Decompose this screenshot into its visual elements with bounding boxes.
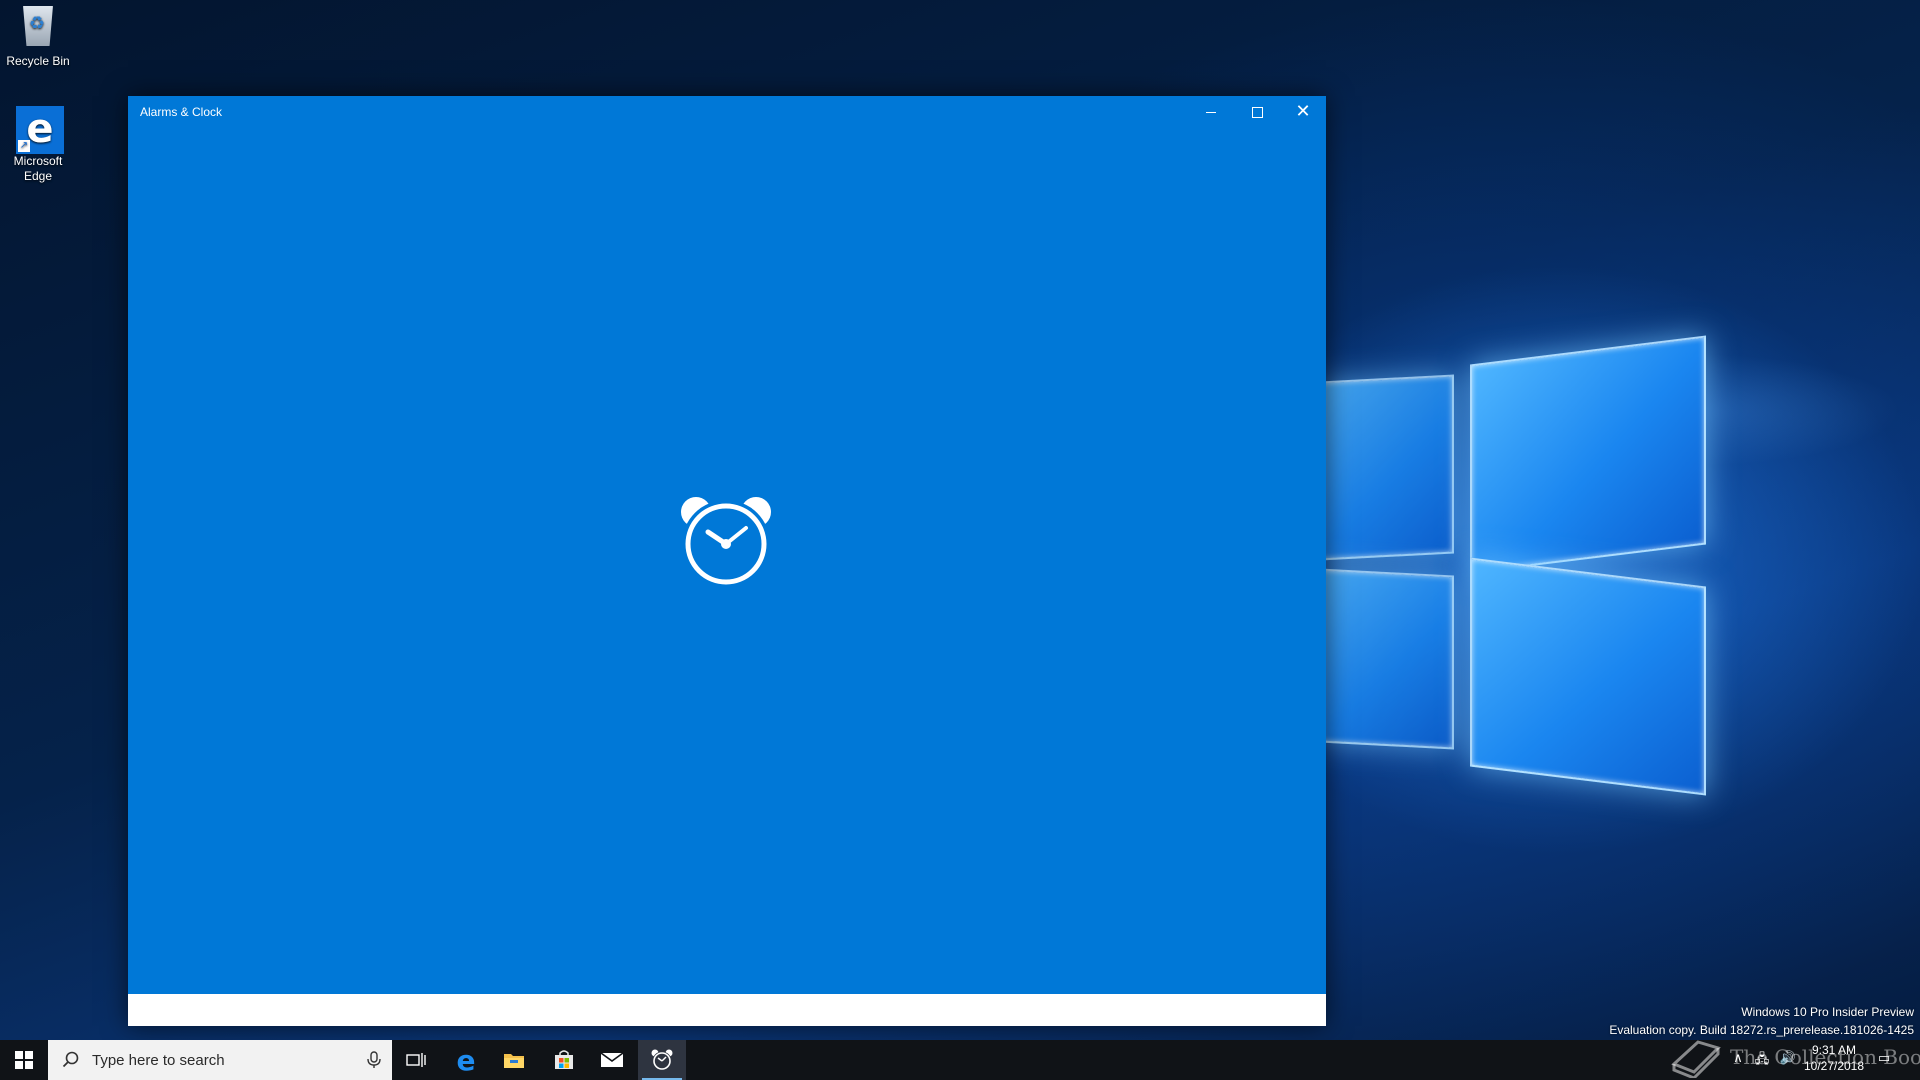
watermark-brand: The Collection Book <box>1730 1045 1920 1069</box>
mail-icon <box>600 1052 624 1067</box>
desktop-icon-label: Microsoft Edge <box>13 154 63 183</box>
desktop: Recycle Bin e ↗ Microsoft Edge Alarms & … <box>0 0 1920 1080</box>
windows-logo-wallpaper <box>1320 335 1710 796</box>
desktop-icon-recycle-bin[interactable]: Recycle Bin <box>0 6 76 69</box>
taskbar-alarms-clock-button[interactable] <box>638 1040 686 1080</box>
taskbar-edge-button[interactable]: e <box>442 1040 490 1080</box>
window-footer <box>128 994 1326 1026</box>
maximize-button[interactable] <box>1234 96 1280 128</box>
search-box[interactable]: Type here to search <box>48 1040 392 1080</box>
close-button[interactable]: ✕ <box>1280 96 1326 128</box>
task-view-icon <box>406 1053 426 1067</box>
logo-pane <box>1470 335 1706 574</box>
title-bar[interactable]: Alarms & Clock ✕ <box>128 96 1326 128</box>
start-icon <box>15 1051 33 1069</box>
logo-pane <box>1320 374 1454 561</box>
alarm-clock-icon <box>681 497 771 588</box>
microphone-icon[interactable] <box>364 1050 384 1070</box>
minimize-button[interactable] <box>1188 96 1234 128</box>
alarms-clock-icon <box>651 1049 673 1071</box>
logo-pane <box>1320 568 1454 750</box>
recycle-bin-icon <box>16 6 60 50</box>
logo-pane <box>1470 557 1706 796</box>
window-title: Alarms & Clock <box>140 105 223 119</box>
file-explorer-icon <box>504 1054 524 1068</box>
app-window: Alarms & Clock ✕ <box>128 96 1326 1026</box>
minimize-icon <box>1206 111 1216 113</box>
edge-icon: e ↗ <box>16 106 64 154</box>
book-logo-icon <box>1671 1040 1721 1078</box>
taskbar-store-button[interactable] <box>540 1040 588 1080</box>
taskbar: Type here to search e ∧ 🖧 🔊 ▭ <box>0 1040 1920 1080</box>
search-icon <box>62 1051 79 1068</box>
watermark-edition: Windows 10 Pro Insider Preview <box>1741 1005 1914 1019</box>
taskbar-file-explorer-button[interactable] <box>490 1040 538 1080</box>
task-view-button[interactable] <box>392 1040 440 1080</box>
start-button[interactable] <box>0 1040 48 1080</box>
search-placeholder: Type here to search <box>92 1051 225 1069</box>
maximize-icon <box>1251 106 1263 118</box>
edge-icon: e <box>456 1043 476 1077</box>
watermark-build: Evaluation copy. Build 18272.rs_prerelea… <box>1609 1023 1914 1037</box>
desktop-icon-edge[interactable]: e ↗ Microsoft Edge <box>0 106 76 184</box>
taskbar-mail-button[interactable] <box>588 1040 636 1080</box>
store-icon <box>555 1050 573 1069</box>
shortcut-arrow-icon: ↗ <box>18 140 30 152</box>
desktop-icon-label: Recycle Bin <box>6 54 70 68</box>
close-icon: ✕ <box>1295 101 1311 122</box>
